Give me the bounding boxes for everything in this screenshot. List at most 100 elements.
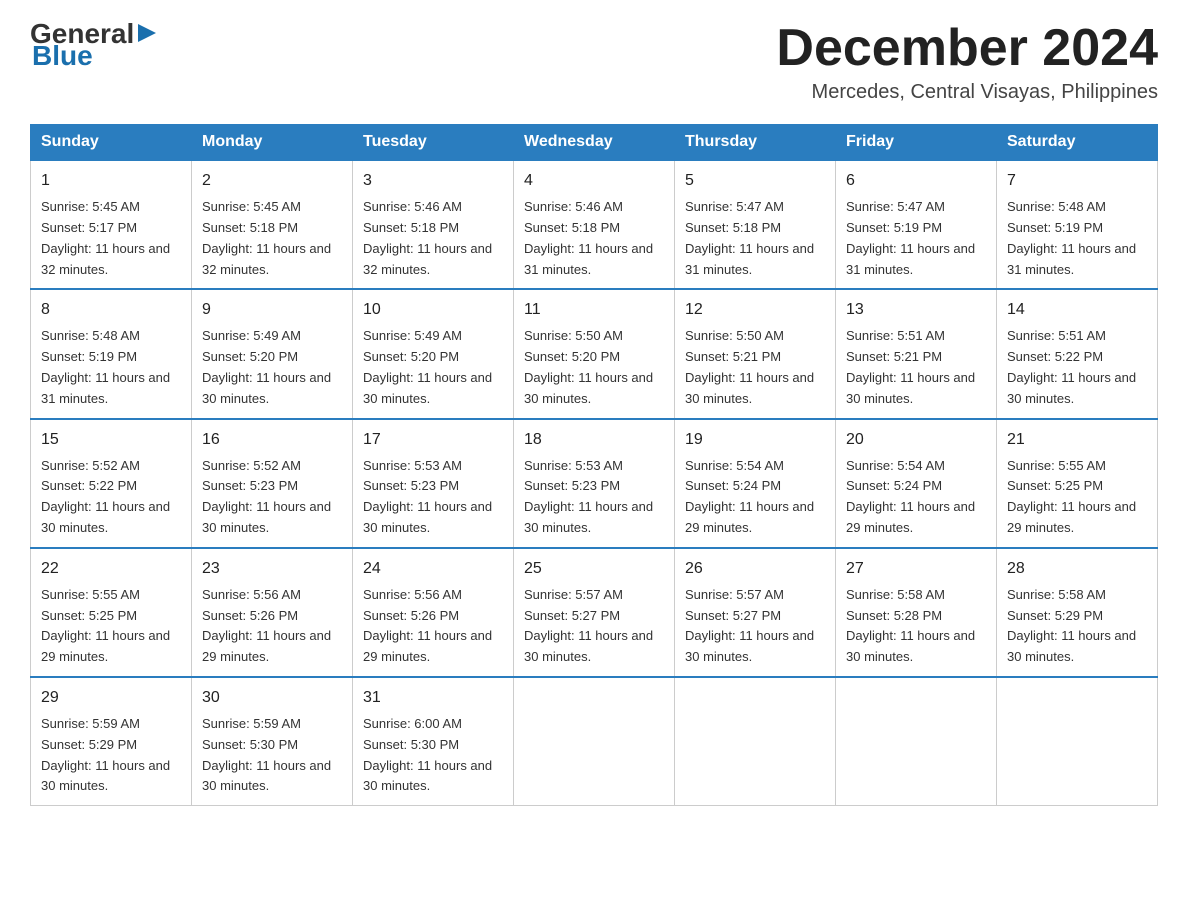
calendar-cell: 3 Sunrise: 5:46 AMSunset: 5:18 PMDaylight… xyxy=(353,160,514,289)
day-number: 12 xyxy=(685,298,825,322)
day-info: Sunrise: 5:55 AMSunset: 5:25 PMDaylight:… xyxy=(1007,456,1147,539)
logo-blue-text: Blue xyxy=(32,40,93,72)
calendar-cell: 13 Sunrise: 5:51 AMSunset: 5:21 PMDayligh… xyxy=(836,289,997,418)
day-info: Sunrise: 5:46 AMSunset: 5:18 PMDaylight:… xyxy=(524,197,664,280)
day-number: 13 xyxy=(846,298,986,322)
day-info: Sunrise: 5:57 AMSunset: 5:27 PMDaylight:… xyxy=(524,585,664,668)
day-number: 8 xyxy=(41,298,181,322)
calendar-cell: 14 Sunrise: 5:51 AMSunset: 5:22 PMDayligh… xyxy=(997,289,1158,418)
day-number: 14 xyxy=(1007,298,1147,322)
day-info: Sunrise: 5:58 AMSunset: 5:29 PMDaylight:… xyxy=(1007,585,1147,668)
day-number: 6 xyxy=(846,169,986,193)
logo: General Blue xyxy=(30,20,158,72)
day-info: Sunrise: 5:48 AMSunset: 5:19 PMDaylight:… xyxy=(1007,197,1147,280)
title-area: December 2024 Mercedes, Central Visayas,… xyxy=(776,20,1158,104)
column-header-friday: Friday xyxy=(836,125,997,161)
day-number: 29 xyxy=(41,686,181,710)
calendar-cell: 25 Sunrise: 5:57 AMSunset: 5:27 PMDayligh… xyxy=(514,548,675,677)
calendar-cell: 23Sunrise: 5:56 AMSunset: 5:26 PMDayligh… xyxy=(192,548,353,677)
calendar-header-row: SundayMondayTuesdayWednesdayThursdayFrid… xyxy=(31,125,1158,161)
calendar-cell: 8 Sunrise: 5:48 AMSunset: 5:19 PMDaylight… xyxy=(31,289,192,418)
calendar-cell: 4 Sunrise: 5:46 AMSunset: 5:18 PMDaylight… xyxy=(514,160,675,289)
day-number: 16 xyxy=(202,428,342,452)
calendar-cell: 26 Sunrise: 5:57 AMSunset: 5:27 PMDayligh… xyxy=(675,548,836,677)
calendar-cell: 17Sunrise: 5:53 AMSunset: 5:23 PMDayligh… xyxy=(353,419,514,548)
calendar-cell: 22 Sunrise: 5:55 AMSunset: 5:25 PMDayligh… xyxy=(31,548,192,677)
day-number: 25 xyxy=(524,557,664,581)
day-number: 27 xyxy=(846,557,986,581)
day-number: 10 xyxy=(363,298,503,322)
day-number: 22 xyxy=(41,557,181,581)
calendar-week-row-3: 15 Sunrise: 5:52 AMSunset: 5:22 PMDayligh… xyxy=(31,419,1158,548)
day-info: Sunrise: 5:45 AMSunset: 5:18 PMDaylight:… xyxy=(202,197,342,280)
calendar-cell: 28 Sunrise: 5:58 AMSunset: 5:29 PMDayligh… xyxy=(997,548,1158,677)
day-info: Sunrise: 5:47 AMSunset: 5:19 PMDaylight:… xyxy=(846,197,986,280)
calendar-cell: 11 Sunrise: 5:50 AMSunset: 5:20 PMDayligh… xyxy=(514,289,675,418)
calendar-week-row-2: 8 Sunrise: 5:48 AMSunset: 5:19 PMDaylight… xyxy=(31,289,1158,418)
day-info: Sunrise: 5:46 AMSunset: 5:18 PMDaylight:… xyxy=(363,197,503,280)
day-info: Sunrise: 5:51 AMSunset: 5:22 PMDaylight:… xyxy=(1007,326,1147,409)
day-info: Sunrise: 5:59 AMSunset: 5:29 PMDaylight:… xyxy=(41,714,181,797)
calendar-cell: 20 Sunrise: 5:54 AMSunset: 5:24 PMDayligh… xyxy=(836,419,997,548)
calendar-cell: 5 Sunrise: 5:47 AMSunset: 5:18 PMDaylight… xyxy=(675,160,836,289)
calendar-cell: 15 Sunrise: 5:52 AMSunset: 5:22 PMDayligh… xyxy=(31,419,192,548)
day-number: 4 xyxy=(524,169,664,193)
day-number: 23 xyxy=(202,557,342,581)
calendar-cell: 12 Sunrise: 5:50 AMSunset: 5:21 PMDayligh… xyxy=(675,289,836,418)
day-number: 24 xyxy=(363,557,503,581)
day-number: 3 xyxy=(363,169,503,193)
day-info: Sunrise: 5:50 AMSunset: 5:21 PMDaylight:… xyxy=(685,326,825,409)
calendar-cell: 10 Sunrise: 5:49 AMSunset: 5:20 PMDayligh… xyxy=(353,289,514,418)
logo-triangle-icon xyxy=(136,22,158,44)
calendar-cell: 6 Sunrise: 5:47 AMSunset: 5:19 PMDaylight… xyxy=(836,160,997,289)
day-info: Sunrise: 5:47 AMSunset: 5:18 PMDaylight:… xyxy=(685,197,825,280)
day-info: Sunrise: 5:57 AMSunset: 5:27 PMDaylight:… xyxy=(685,585,825,668)
day-info: Sunrise: 5:54 AMSunset: 5:24 PMDaylight:… xyxy=(846,456,986,539)
day-info: Sunrise: 5:49 AMSunset: 5:20 PMDaylight:… xyxy=(363,326,503,409)
calendar-week-row-4: 22 Sunrise: 5:55 AMSunset: 5:25 PMDayligh… xyxy=(31,548,1158,677)
month-year-title: December 2024 xyxy=(776,20,1158,77)
day-info: Sunrise: 5:50 AMSunset: 5:20 PMDaylight:… xyxy=(524,326,664,409)
column-header-tuesday: Tuesday xyxy=(353,125,514,161)
calendar-week-row-1: 1Sunrise: 5:45 AMSunset: 5:17 PMDaylight… xyxy=(31,160,1158,289)
day-info: Sunrise: 5:59 AMSunset: 5:30 PMDaylight:… xyxy=(202,714,342,797)
day-info: Sunrise: 5:45 AMSunset: 5:17 PMDaylight:… xyxy=(41,197,181,280)
calendar-cell: 1Sunrise: 5:45 AMSunset: 5:17 PMDaylight… xyxy=(31,160,192,289)
calendar-cell: 21Sunrise: 5:55 AMSunset: 5:25 PMDayligh… xyxy=(997,419,1158,548)
day-number: 9 xyxy=(202,298,342,322)
day-info: Sunrise: 5:48 AMSunset: 5:19 PMDaylight:… xyxy=(41,326,181,409)
day-number: 11 xyxy=(524,298,664,322)
day-info: Sunrise: 5:49 AMSunset: 5:20 PMDaylight:… xyxy=(202,326,342,409)
day-info: Sunrise: 5:55 AMSunset: 5:25 PMDaylight:… xyxy=(41,585,181,668)
day-info: Sunrise: 5:52 AMSunset: 5:22 PMDaylight:… xyxy=(41,456,181,539)
day-number: 20 xyxy=(846,428,986,452)
day-number: 26 xyxy=(685,557,825,581)
calendar-cell: 29 Sunrise: 5:59 AMSunset: 5:29 PMDayligh… xyxy=(31,677,192,806)
column-header-saturday: Saturday xyxy=(997,125,1158,161)
day-info: Sunrise: 5:53 AMSunset: 5:23 PMDaylight:… xyxy=(363,456,503,539)
day-number: 5 xyxy=(685,169,825,193)
calendar-cell: 16 Sunrise: 5:52 AMSunset: 5:23 PMDayligh… xyxy=(192,419,353,548)
location-subtitle: Mercedes, Central Visayas, Philippines xyxy=(776,81,1158,104)
calendar-cell xyxy=(675,677,836,806)
day-number: 18 xyxy=(524,428,664,452)
day-number: 15 xyxy=(41,428,181,452)
day-info: Sunrise: 5:52 AMSunset: 5:23 PMDaylight:… xyxy=(202,456,342,539)
calendar-cell xyxy=(836,677,997,806)
day-info: Sunrise: 5:51 AMSunset: 5:21 PMDaylight:… xyxy=(846,326,986,409)
calendar-cell xyxy=(997,677,1158,806)
calendar-cell: 2 Sunrise: 5:45 AMSunset: 5:18 PMDaylight… xyxy=(192,160,353,289)
column-header-monday: Monday xyxy=(192,125,353,161)
day-number: 2 xyxy=(202,169,342,193)
day-number: 7 xyxy=(1007,169,1147,193)
calendar-table: SundayMondayTuesdayWednesdayThursdayFrid… xyxy=(30,124,1158,806)
day-info: Sunrise: 6:00 AMSunset: 5:30 PMDaylight:… xyxy=(363,714,503,797)
day-number: 28 xyxy=(1007,557,1147,581)
calendar-cell xyxy=(514,677,675,806)
calendar-cell: 19Sunrise: 5:54 AMSunset: 5:24 PMDayligh… xyxy=(675,419,836,548)
day-number: 31 xyxy=(363,686,503,710)
day-info: Sunrise: 5:56 AMSunset: 5:26 PMDaylight:… xyxy=(363,585,503,668)
calendar-cell: 9 Sunrise: 5:49 AMSunset: 5:20 PMDaylight… xyxy=(192,289,353,418)
calendar-cell: 24 Sunrise: 5:56 AMSunset: 5:26 PMDayligh… xyxy=(353,548,514,677)
column-header-sunday: Sunday xyxy=(31,125,192,161)
